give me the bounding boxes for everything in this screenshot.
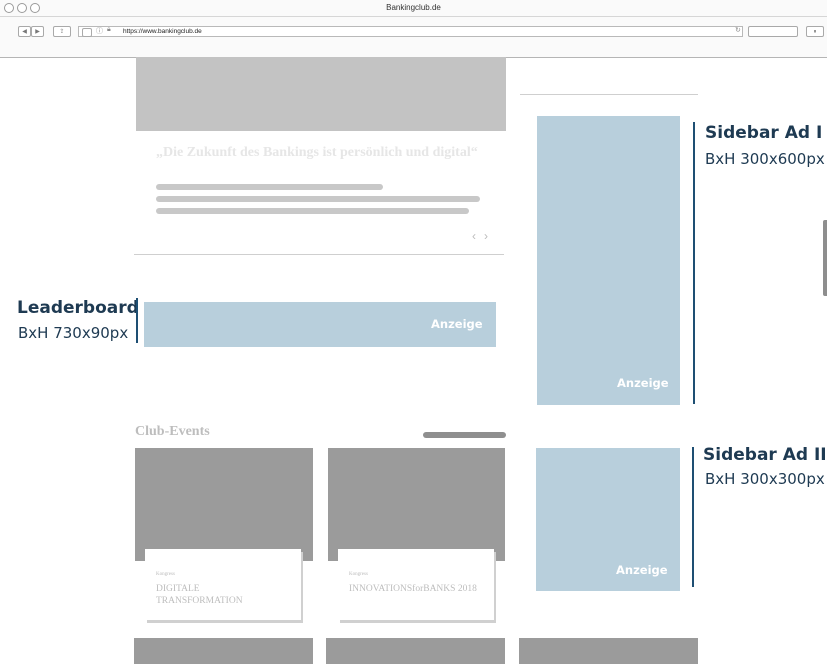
share-icon: ⇪ — [59, 29, 65, 35]
event-card-title: DIGITALE — [156, 584, 200, 594]
lock-icon: 🔒︎ — [107, 26, 111, 33]
extension-icon: ⏸ — [813, 29, 817, 35]
event-image-1[interactable] — [135, 448, 313, 561]
sidebar-ad-2-annotation-size: BxH 300x300px — [705, 470, 825, 488]
hero-image-placeholder — [136, 57, 506, 131]
event-card-kicker: Kongress — [156, 572, 175, 577]
article-quote[interactable]: „Die Zukunft des Bankings ist persönlich… — [156, 145, 496, 160]
text-placeholder-line — [156, 208, 469, 214]
leaderboard-annotation-title: Leaderboard — [17, 298, 139, 318]
forward-arrow-icon: ▶ — [35, 29, 40, 35]
sidebar-ad-1-annotation-line — [693, 122, 695, 404]
event-image-3[interactable] — [134, 638, 313, 664]
url-text[interactable]: https://www.bankingclub.de — [123, 28, 202, 35]
event-card-2[interactable]: Kongress INNOVATIONSforBANKS 2018 — [338, 549, 494, 620]
search-field[interactable] — [748, 26, 798, 37]
section-divider — [134, 254, 504, 255]
event-card-1[interactable]: Kongress DIGITALE TRANSFORMATION — [145, 549, 301, 620]
info-icon[interactable]: ⓘ — [96, 26, 103, 36]
scrollbar-thumb[interactable] — [823, 220, 827, 296]
tab-overview-icon[interactable] — [82, 28, 92, 37]
share-button[interactable]: ⇪ — [53, 26, 71, 37]
back-button[interactable]: ◀ — [18, 26, 31, 37]
sidebar-ad-1-label: Anzeige — [617, 376, 669, 390]
forward-button[interactable]: ▶ — [31, 26, 44, 37]
text-placeholder-line — [156, 184, 383, 190]
back-arrow-icon: ◀ — [22, 29, 27, 35]
sidebar-ad-2-annotation-title: Sidebar Ad II — [703, 445, 827, 465]
leaderboard-ad-label: Anzeige — [431, 317, 483, 331]
sidebar-divider — [520, 94, 698, 95]
event-image-5[interactable] — [519, 638, 698, 664]
event-image-2[interactable] — [328, 448, 505, 561]
event-image-4[interactable] — [326, 638, 505, 664]
event-card-title: INNOVATIONSforBANKS 2018 — [349, 584, 477, 594]
sidebar-ad-2-label: Anzeige — [616, 563, 668, 577]
window-title: Bankingclub.de — [386, 3, 441, 12]
text-placeholder-line — [156, 196, 480, 202]
carousel-next-icon[interactable]: › — [484, 229, 488, 243]
carousel-prev-icon[interactable]: ‹ — [472, 229, 476, 243]
event-card-title: TRANSFORMATION — [156, 596, 243, 606]
sidebar-ad-1[interactable] — [537, 116, 680, 405]
titlebar-divider — [0, 16, 827, 17]
club-events-heading: Club-Events — [135, 424, 210, 439]
leaderboard-annotation-size: BxH 730x90px — [18, 324, 129, 342]
reload-icon[interactable]: ↻ — [735, 26, 741, 34]
events-slider-indicator[interactable] — [423, 432, 506, 438]
extension-button[interactable]: ⏸ — [806, 26, 824, 37]
sidebar-ad-1-annotation-title: Sidebar Ad I — [705, 123, 823, 143]
sidebar-ad-1-annotation-size: BxH 300x600px — [705, 150, 825, 168]
sidebar-ad-2-annotation-line — [692, 447, 694, 587]
leaderboard-annotation-line — [136, 298, 138, 343]
event-card-kicker: Kongress — [349, 572, 368, 577]
